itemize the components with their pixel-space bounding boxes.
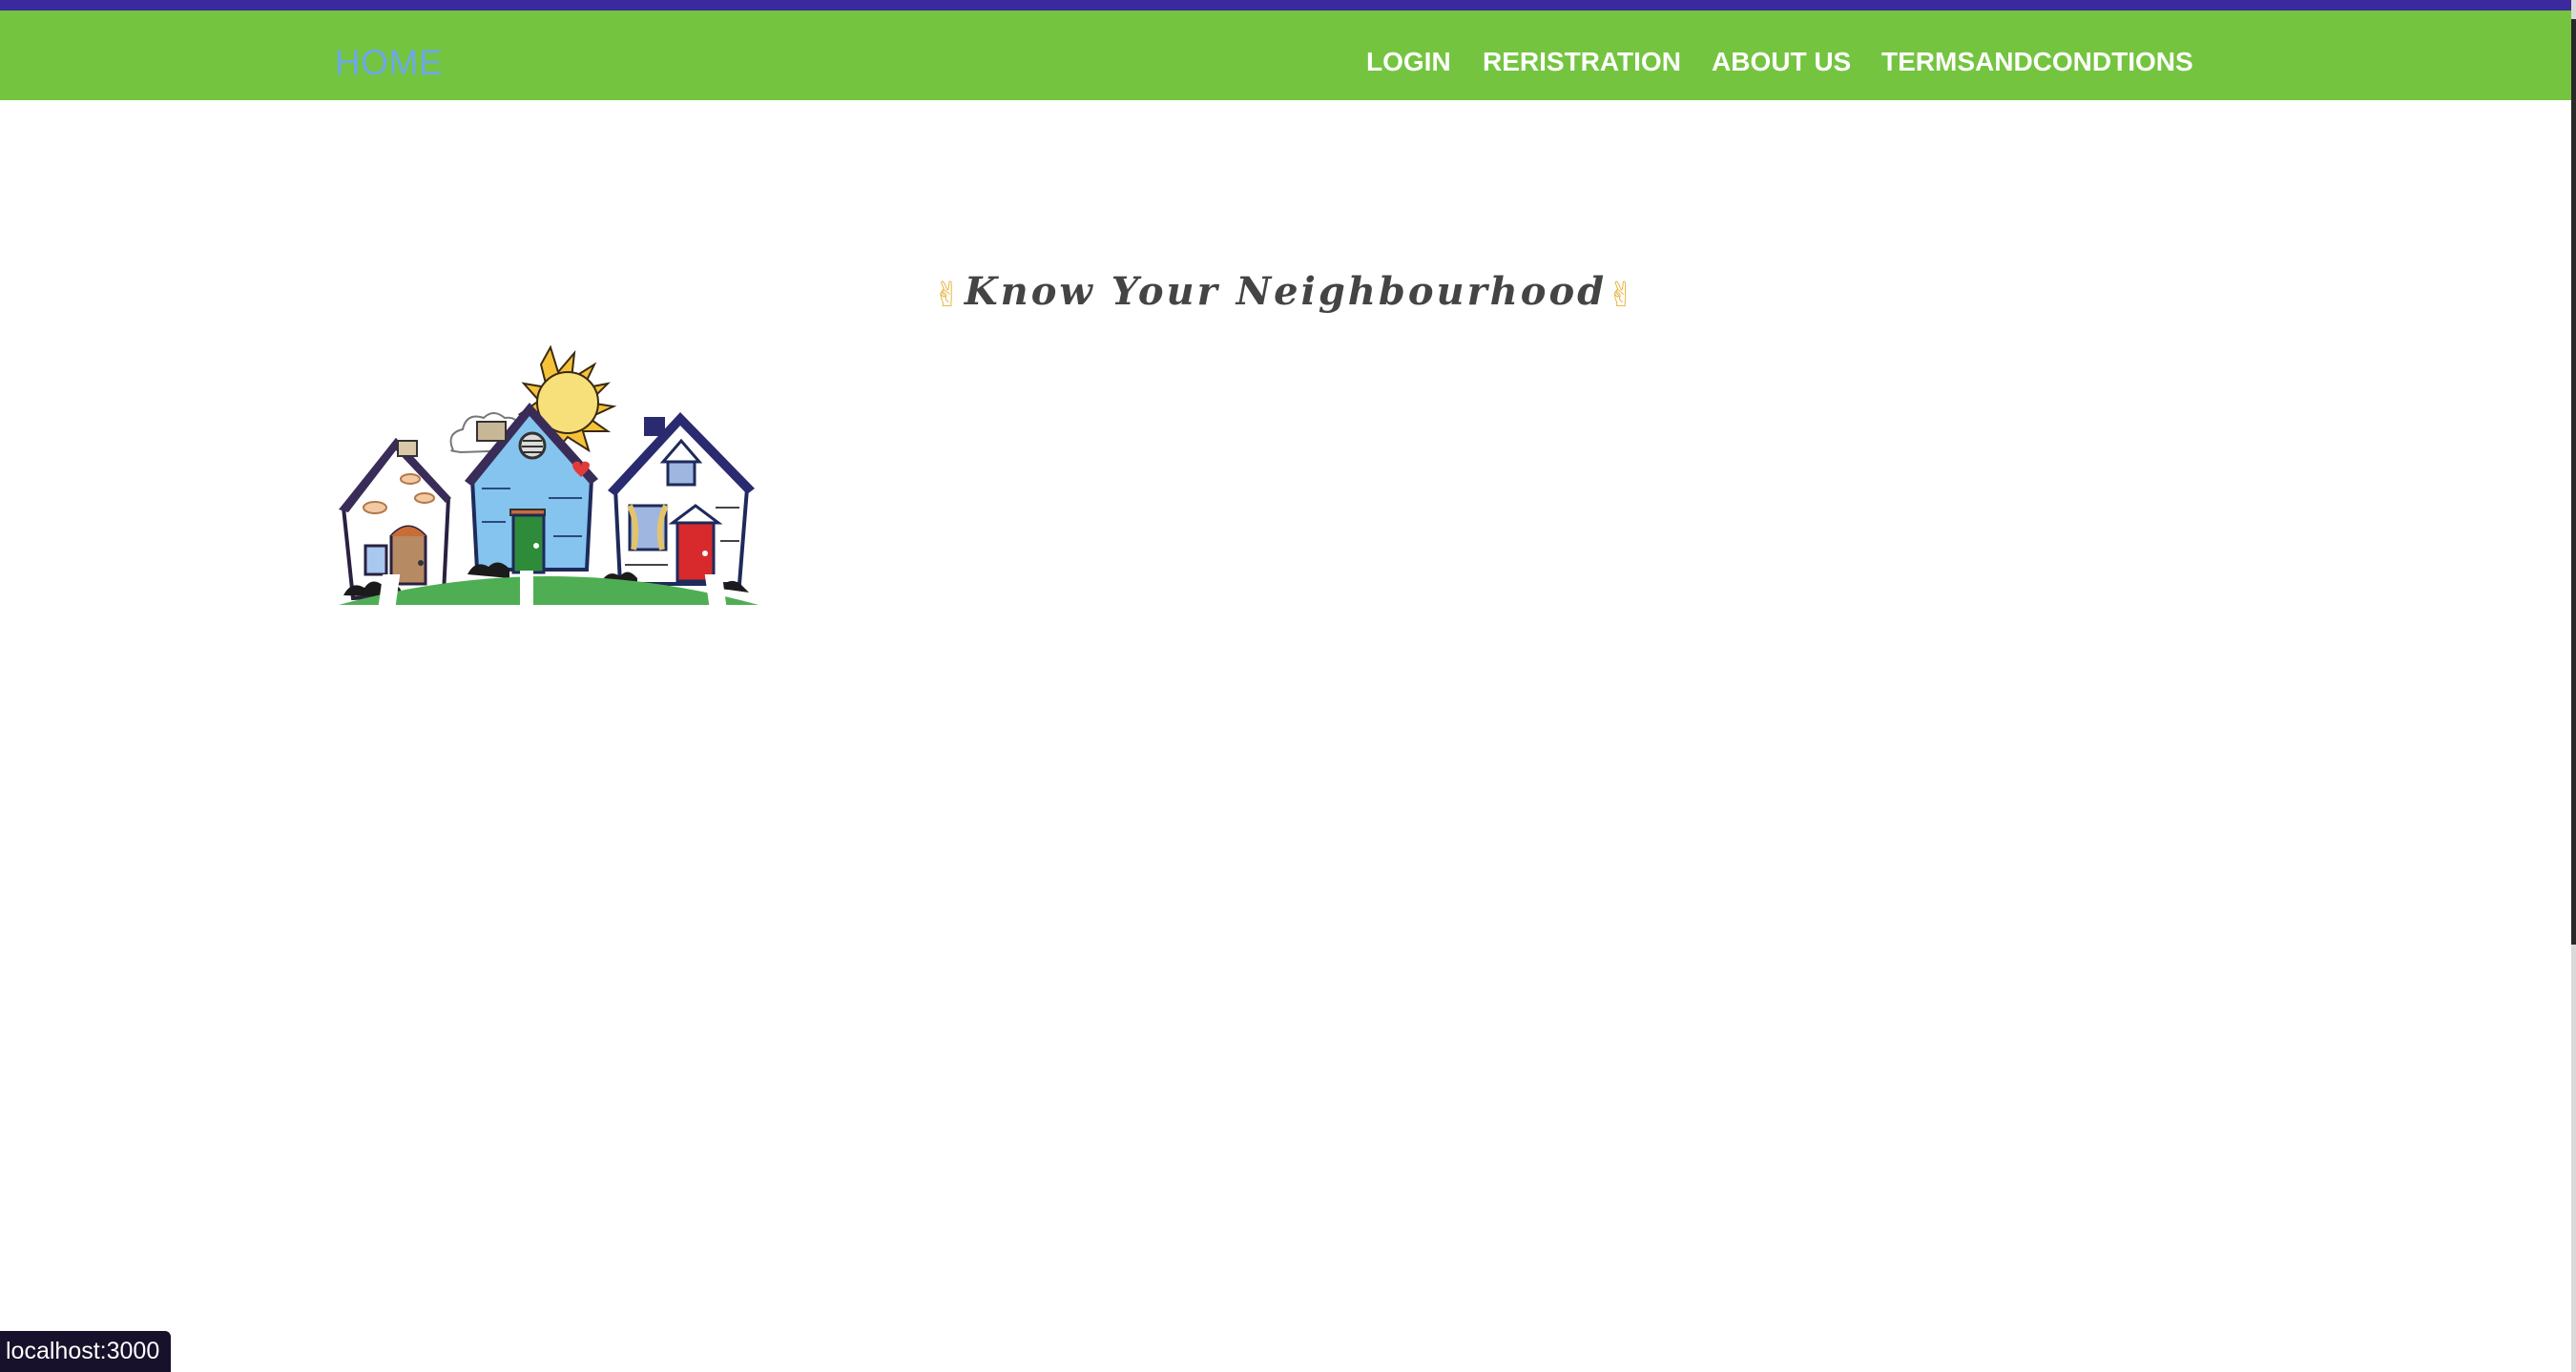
right-house (608, 412, 755, 586)
top-accent-bar (0, 0, 2576, 10)
victory-hand-icon: ✌ (932, 275, 965, 315)
page-title-text: Know Your Neighbourhood (964, 269, 1608, 314)
status-bar-url: localhost:3000 (0, 1331, 172, 1372)
nav-home-link[interactable]: HOME (335, 43, 443, 83)
neighbourhood-houses-illustration (339, 344, 758, 609)
left-house (339, 437, 451, 601)
nav-terms-link[interactable]: TERMSANDCONDTIONS (1881, 43, 2193, 81)
page-title: ✌Know Your Neighbourhood✌ (0, 269, 2571, 315)
nav-about-link[interactable]: ABOUT US (1712, 43, 1851, 81)
nav-registration-link[interactable]: RERISTRATION (1483, 43, 1681, 81)
nav-login-link[interactable]: LOGIN (1366, 43, 1451, 81)
navbar: HOME LOGIN RERISTRATION ABOUT US TERMSAN… (0, 10, 2571, 100)
victory-hand-icon: ✌ (1607, 275, 1639, 315)
scrollbar-thumb[interactable] (2571, 19, 2576, 945)
